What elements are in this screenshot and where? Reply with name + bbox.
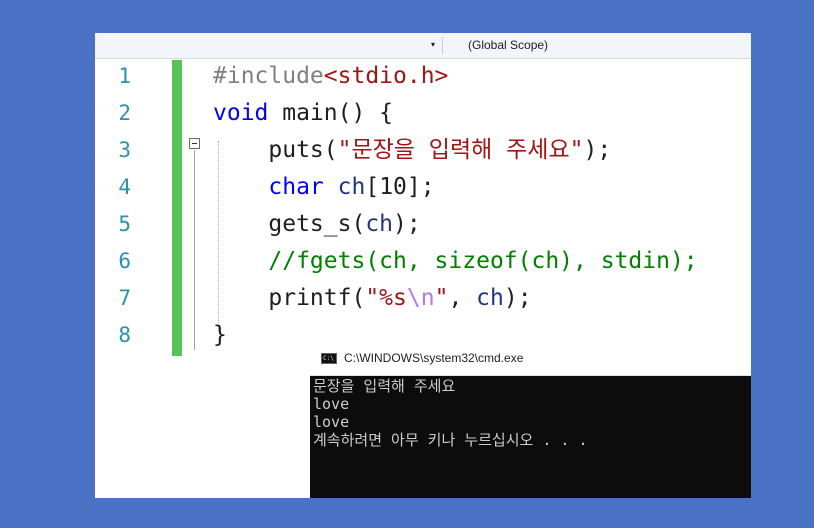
- code-line: 6 //fgets(ch, sizeof(ch), stdin);: [95, 243, 751, 280]
- console-titlebar[interactable]: C:\WINDOWS\system32\cmd.exe: [310, 342, 751, 376]
- console-line: 문장을 입력해 주세요: [313, 377, 456, 395]
- code-token: printf(: [213, 285, 366, 311]
- code-token: "문장을 입력해 주세요": [337, 137, 584, 163]
- console-line: love: [313, 395, 350, 413]
- line-number: 2: [118, 101, 131, 125]
- code-token: main() {: [268, 100, 394, 126]
- code-line: 4 char ch[10];: [95, 169, 751, 206]
- code-text: char ch[10];: [213, 169, 435, 206]
- code-text: #include<stdio.h>: [213, 58, 448, 95]
- code-token: #include: [213, 63, 324, 89]
- code-token: ch: [337, 174, 366, 200]
- code-token: }: [213, 322, 227, 348]
- code-line: 2 void main() {: [95, 95, 751, 132]
- line-number: 5: [118, 212, 131, 236]
- console-window: C:\WINDOWS\system32\cmd.exe 문장을 입력해 주세요 …: [310, 342, 751, 498]
- code-text: gets_s(ch);: [213, 206, 421, 243]
- code-token: "%s: [365, 285, 407, 311]
- code-token: puts(: [213, 137, 338, 163]
- code-token: \n: [406, 285, 435, 311]
- code-token: ch: [365, 211, 394, 237]
- console-title: C:\WINDOWS\system32\cmd.exe: [344, 351, 524, 365]
- code-text: printf("%s\n", ch);: [213, 280, 532, 317]
- code-token: );: [393, 211, 421, 237]
- code-line: 5 gets_s(ch);: [95, 206, 751, 243]
- chevron-down-icon[interactable]: ▾: [431, 40, 435, 49]
- code-text: }: [213, 317, 227, 354]
- code-token: ,: [448, 285, 477, 311]
- line-number: 4: [118, 175, 131, 199]
- code-token: gets_s(: [213, 211, 366, 237]
- code-token: //fgets(ch, sizeof(ch), stdin);: [213, 248, 698, 274]
- code-token: ch: [476, 285, 504, 311]
- code-text: //fgets(ch, sizeof(ch), stdin);: [213, 243, 698, 280]
- code-token: void: [213, 100, 269, 126]
- code-token: <stdio.h>: [323, 63, 449, 89]
- code-text: puts("문장을 입력해 주세요");: [213, 132, 611, 169]
- console-line: love: [313, 413, 350, 431]
- code-line: 3 puts("문장을 입력해 주세요");: [95, 132, 751, 169]
- code-token: char: [213, 174, 324, 200]
- code-token: ": [434, 285, 449, 311]
- scope-dropdown[interactable]: (Global Scope): [468, 38, 548, 52]
- line-number: 3: [118, 138, 131, 162]
- code-token: );: [583, 137, 612, 163]
- line-number: 8: [118, 323, 131, 347]
- line-number: 6: [118, 249, 131, 273]
- code-token: );: [503, 285, 532, 311]
- line-number: 7: [118, 286, 131, 310]
- toolbar-divider: [442, 37, 443, 54]
- navigation-bar: ▾ (Global Scope): [95, 33, 751, 59]
- console-app-icon: [321, 353, 337, 364]
- code-line: 1 #include<stdio.h>: [95, 58, 751, 95]
- line-number: 1: [118, 64, 131, 88]
- code-line: 7 printf("%s\n", ch);: [95, 280, 751, 317]
- console-output[interactable]: 문장을 입력해 주세요 love love 계속하려면 아무 키나 누르십시오 …: [313, 377, 587, 449]
- console-line: 계속하려면 아무 키나 누르십시오 . . .: [313, 431, 588, 449]
- code-token: [10];: [365, 174, 435, 200]
- code-text: void main() {: [213, 95, 393, 132]
